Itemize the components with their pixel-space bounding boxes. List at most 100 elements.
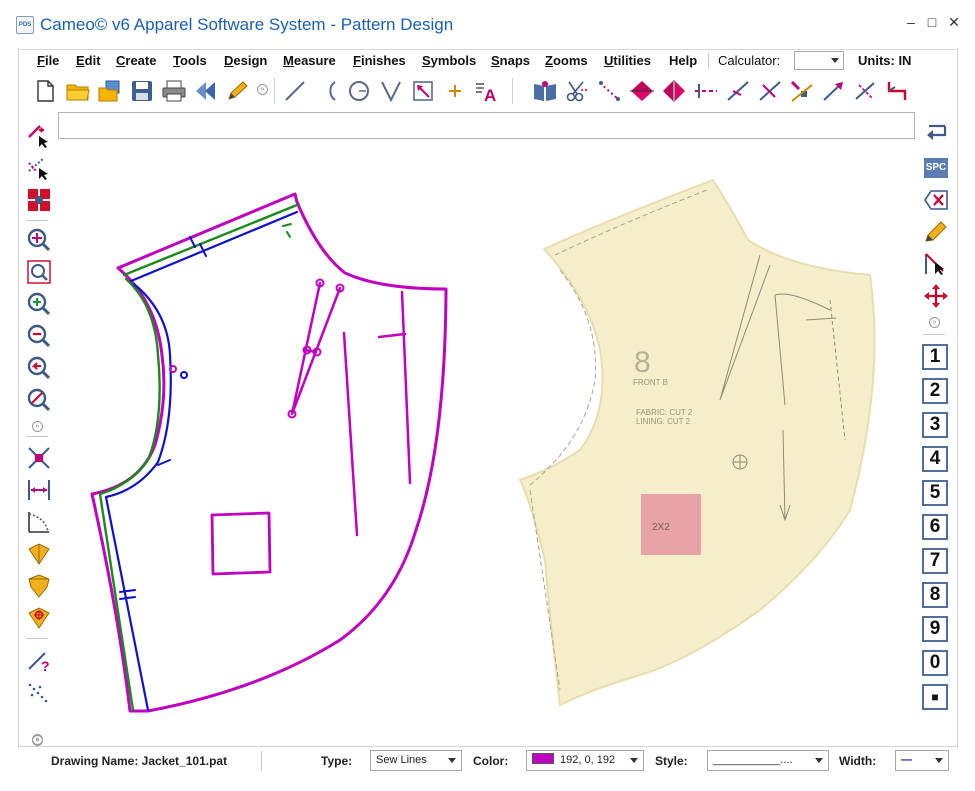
menu-snaps[interactable]: Snaps bbox=[491, 53, 530, 68]
close-button[interactable]: ✕ bbox=[946, 14, 962, 30]
command-input[interactable] bbox=[58, 112, 915, 139]
toolbar-separator bbox=[26, 638, 48, 639]
dart-tool-icon[interactable] bbox=[376, 76, 406, 106]
text-tool-icon[interactable]: A bbox=[472, 76, 502, 106]
number-key-2[interactable]: 2 bbox=[922, 378, 948, 404]
red-connector-icon[interactable] bbox=[883, 76, 913, 106]
back-icon[interactable] bbox=[191, 76, 221, 106]
zoom-cancel-icon[interactable] bbox=[24, 386, 54, 414]
menu-measure[interactable]: Measure bbox=[283, 53, 336, 68]
number-key-7[interactable]: 7 bbox=[922, 548, 948, 574]
arc-tool-icon[interactable] bbox=[312, 76, 342, 106]
space-key-icon[interactable]: SPC bbox=[921, 154, 951, 182]
grade-icon[interactable] bbox=[787, 76, 817, 106]
pencil-edit-icon[interactable] bbox=[223, 76, 253, 106]
cross-measure-icon[interactable] bbox=[755, 76, 785, 106]
menu-finishes[interactable]: Finishes bbox=[353, 53, 406, 68]
calculator-dropdown[interactable] bbox=[794, 51, 844, 70]
menu-file[interactable]: File bbox=[37, 53, 59, 68]
zoom-minus-icon[interactable] bbox=[24, 322, 54, 350]
print-icon[interactable] bbox=[159, 76, 189, 106]
chevron-down-icon bbox=[815, 758, 823, 763]
angle-arrow-icon[interactable] bbox=[819, 76, 849, 106]
dotted-trace-icon[interactable] bbox=[595, 76, 625, 106]
curve-measure-icon[interactable] bbox=[24, 508, 54, 536]
open-multiple-icon[interactable] bbox=[95, 76, 125, 106]
toolbar-separator bbox=[512, 78, 513, 104]
number-key-3[interactable]: 3 bbox=[922, 412, 948, 438]
point-key[interactable]: ■ bbox=[922, 684, 948, 710]
number-key-4[interactable]: 4 bbox=[922, 446, 948, 472]
number-key-0[interactable]: 0 bbox=[922, 650, 948, 676]
book-icon[interactable] bbox=[530, 76, 560, 106]
number-key-8[interactable]: 8 bbox=[922, 582, 948, 608]
yellow-drop-icon[interactable] bbox=[24, 572, 54, 600]
pattern-drawing[interactable]: 8 FRONT B FABRIC: CUT 2 LINING: CUT 2 2X… bbox=[58, 142, 915, 740]
pencil-icon[interactable] bbox=[921, 218, 951, 246]
point-plus-icon[interactable] bbox=[440, 76, 470, 106]
color-dropdown[interactable]: 192, 0, 192 bbox=[526, 750, 644, 771]
select-dotted-icon[interactable] bbox=[24, 154, 54, 182]
color-value: 192, 0, 192 bbox=[560, 754, 616, 766]
save-icon[interactable] bbox=[127, 76, 157, 106]
zoom-window-icon[interactable] bbox=[24, 258, 54, 286]
add-point-icon[interactable] bbox=[851, 76, 881, 106]
menu-zooms[interactable]: Zooms bbox=[545, 53, 588, 68]
pointer-line-icon[interactable] bbox=[921, 250, 951, 278]
number-key-5[interactable]: 5 bbox=[922, 480, 948, 506]
type-dropdown[interactable]: Sew Lines bbox=[370, 750, 462, 771]
yellow-target-icon[interactable] bbox=[24, 604, 54, 632]
measure-line-icon[interactable] bbox=[723, 76, 753, 106]
style-dropdown[interactable]: ___________.... bbox=[707, 750, 829, 771]
grid-point-icon[interactable] bbox=[24, 186, 54, 214]
menu-utilities[interactable]: Utilities bbox=[604, 53, 651, 68]
drawing-canvas[interactable]: 8 FRONT B FABRIC: CUT 2 LINING: CUT 2 2X… bbox=[58, 142, 915, 740]
minimize-button[interactable]: – bbox=[903, 14, 919, 30]
color-swatch bbox=[532, 753, 554, 764]
menu-design[interactable]: Design bbox=[224, 53, 267, 68]
line-tool-icon[interactable] bbox=[280, 76, 310, 106]
toolbar-more-icon[interactable]: » bbox=[257, 84, 268, 95]
flip-vertical-icon[interactable] bbox=[627, 76, 657, 106]
cross-swap-icon[interactable] bbox=[24, 444, 54, 472]
zoom-previous-icon[interactable] bbox=[24, 354, 54, 382]
select-delete-icon[interactable] bbox=[24, 122, 54, 150]
maximize-button[interactable]: □ bbox=[924, 14, 940, 30]
menu-create[interactable]: Create bbox=[116, 53, 156, 68]
circle-tool-icon[interactable] bbox=[344, 76, 374, 106]
toolbar-more-icon[interactable]: » bbox=[32, 421, 43, 432]
yellow-pin-icon[interactable] bbox=[24, 540, 54, 568]
menu-help[interactable]: Help bbox=[669, 53, 697, 68]
type-value: Sew Lines bbox=[376, 754, 427, 766]
dots-line-icon[interactable] bbox=[24, 680, 54, 708]
rectangle-arrow-icon[interactable] bbox=[408, 76, 438, 106]
move-cross-icon[interactable] bbox=[921, 282, 951, 310]
zoom-in-icon[interactable] bbox=[24, 226, 54, 254]
number-key-1[interactable]: 1 bbox=[922, 344, 948, 370]
style-label: Style: bbox=[655, 754, 688, 768]
scissors-icon[interactable] bbox=[563, 76, 593, 106]
menu-symbols[interactable]: Symbols bbox=[422, 53, 476, 68]
status-bar: » Drawing Name: Jacket_101.pat Type: Sew… bbox=[18, 735, 958, 774]
toolbar-more-icon[interactable]: » bbox=[929, 317, 940, 328]
new-file-icon[interactable] bbox=[30, 76, 60, 106]
notch-line-icon[interactable] bbox=[691, 76, 721, 106]
units-label: Units: IN bbox=[858, 53, 912, 68]
menu-edit[interactable]: Edit bbox=[76, 53, 101, 68]
chevron-down-icon bbox=[935, 758, 943, 763]
zoom-plus-icon[interactable] bbox=[24, 290, 54, 318]
flip-horizontal-icon[interactable] bbox=[659, 76, 689, 106]
menu-bar: File Edit Create Tools Design Measure Fi… bbox=[18, 49, 958, 71]
style-value: ___________.... bbox=[713, 754, 793, 766]
spc-label: SPC bbox=[924, 158, 948, 178]
menu-tools[interactable]: Tools bbox=[173, 53, 207, 68]
width-measure-icon[interactable] bbox=[24, 476, 54, 504]
open-folder-icon[interactable] bbox=[63, 76, 93, 106]
number-key-9[interactable]: 9 bbox=[922, 616, 948, 642]
number-key-6[interactable]: 6 bbox=[922, 514, 948, 540]
enter-return-icon[interactable] bbox=[921, 120, 951, 148]
delete-key-icon[interactable] bbox=[921, 186, 951, 214]
width-dropdown[interactable]: — bbox=[895, 750, 949, 771]
toolbar-more-icon[interactable]: » bbox=[32, 735, 43, 746]
question-line-icon[interactable]: ? bbox=[24, 646, 54, 674]
